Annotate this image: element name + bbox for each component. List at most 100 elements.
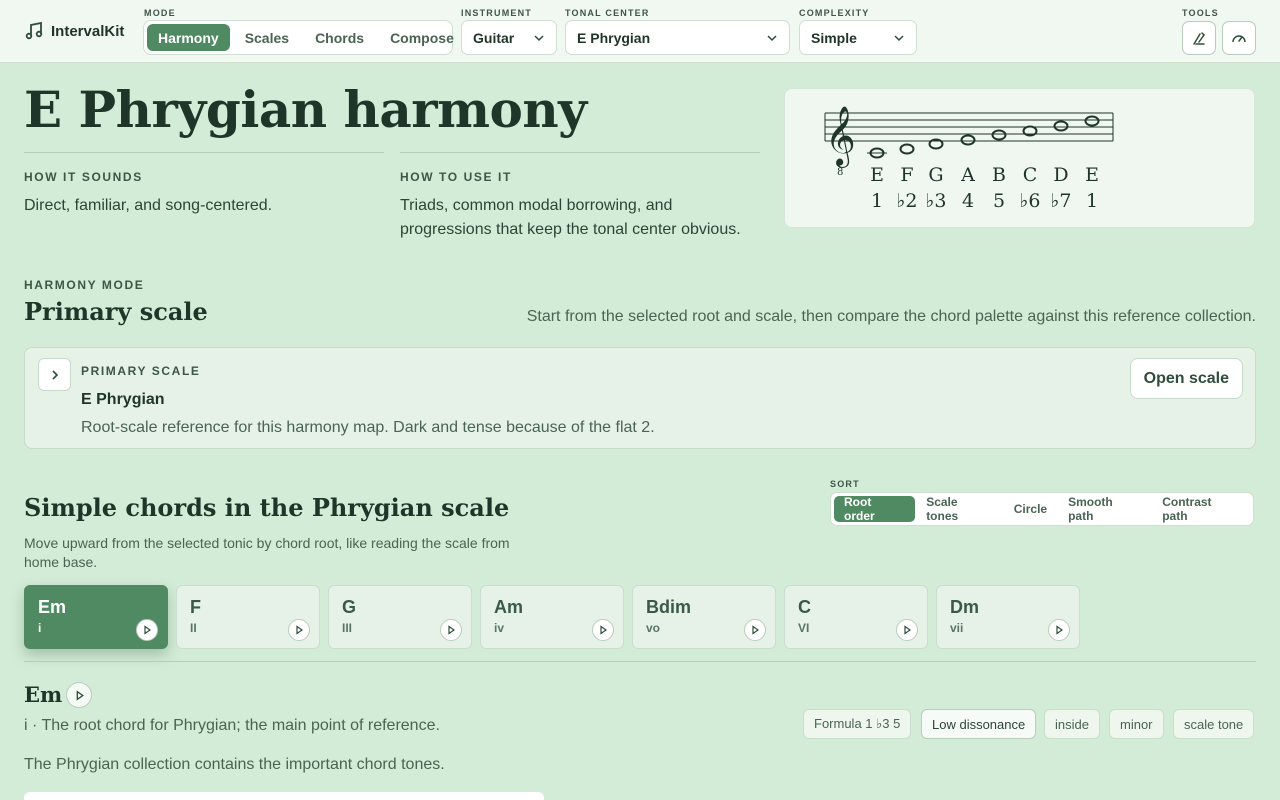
chord-card[interactable]: G III xyxy=(328,585,472,649)
page-title: E Phrygian harmony xyxy=(24,80,587,139)
scale-degree-label: ♭2 xyxy=(896,190,917,212)
gauge-button[interactable] xyxy=(1222,21,1256,55)
mode-compose-tab[interactable]: Compose xyxy=(379,24,465,51)
bottom-panel xyxy=(24,792,544,800)
note-name-label: C xyxy=(1023,164,1038,186)
note-labels: E1F♭2G♭3A4B5C♭6D♭7E1 xyxy=(870,164,1099,212)
mode-chords-tab[interactable]: Chords xyxy=(304,24,375,51)
play-button[interactable] xyxy=(896,619,918,641)
how-to-use-line-2: progressions that keep the tonal center … xyxy=(400,221,741,238)
divider xyxy=(24,661,1256,662)
play-button[interactable] xyxy=(136,619,158,641)
note-name-label: B xyxy=(992,164,1006,186)
note-name-label: G xyxy=(928,164,943,186)
divider xyxy=(24,152,384,153)
how-to-use-line-1: Triads, common modal borrowing, and xyxy=(400,197,673,214)
chord-name: F xyxy=(190,597,201,617)
mode-label: MODE xyxy=(144,8,176,18)
selected-chord-note: The Phrygian collection contains the imp… xyxy=(24,756,445,773)
gauge-icon xyxy=(1232,35,1246,43)
note-head xyxy=(960,134,976,146)
sort-root-order[interactable]: Root order xyxy=(834,495,916,523)
music-note-icon xyxy=(25,21,43,40)
chords-description: Move upward from the selected tonic by c… xyxy=(24,534,510,572)
sort-label: SORT xyxy=(830,479,860,489)
chord-numeral: II xyxy=(190,621,197,635)
chord-card[interactable]: Dm vii xyxy=(936,585,1080,649)
complexity-label: COMPLEXITY xyxy=(799,8,870,18)
play-button[interactable] xyxy=(592,619,614,641)
treble-clef-icon: 𝄞 xyxy=(825,106,856,168)
sort-smooth-path[interactable]: Smooth path xyxy=(1058,495,1151,523)
chord-name: Dm xyxy=(950,597,980,617)
sort-scale-tones[interactable]: Scale tones xyxy=(916,495,1003,523)
selected-chord-name: Em xyxy=(24,682,63,707)
dissonance-tag: Low dissonance xyxy=(921,709,1037,739)
formula-tag: Formula 1 ♭3 5 xyxy=(803,709,912,739)
note-head xyxy=(899,143,915,155)
primary-scale-heading: Primary scale xyxy=(24,297,208,326)
mode-scales-tab[interactable]: Scales xyxy=(234,24,300,51)
chevron-right-icon xyxy=(51,369,58,380)
sort-contrast-path[interactable]: Contrast path xyxy=(1152,495,1250,523)
chord-numeral: vo xyxy=(646,621,661,635)
scale-staff-card: 𝄞 8 E 1 F ♭2 G ♭3 A 4 B 5 C ♭6 D ♭7 E 1 xyxy=(784,88,1255,228)
primary-scale-card: PRIMARY SCALE E Phrygian Root-scale refe… xyxy=(24,347,1256,449)
play-button[interactable] xyxy=(288,619,310,641)
scale-degree-label: ♭6 xyxy=(1019,190,1040,212)
scale-degree-label: 1 xyxy=(871,190,883,212)
play-icon xyxy=(1056,625,1064,635)
chord-name: Bdim xyxy=(646,597,691,617)
note-name-label: D xyxy=(1053,164,1068,186)
chord-card[interactable]: Bdim vo xyxy=(632,585,776,649)
chord-card[interactable]: F II xyxy=(176,585,320,649)
chevron-down-icon xyxy=(767,34,777,41)
tonal-center-select[interactable]: E Phrygian xyxy=(565,20,790,55)
mode-switcher: Harmony Scales Chords Compose xyxy=(143,20,454,55)
sort-switcher: Root order Scale tones Circle Smooth pat… xyxy=(830,492,1254,526)
chord-name: C xyxy=(798,597,811,617)
tuning-fork-button[interactable] xyxy=(1182,21,1216,55)
play-icon xyxy=(600,625,608,635)
instrument-label: INSTRUMENT xyxy=(461,8,532,18)
chord-name: G xyxy=(342,597,357,617)
primary-scale-card-desc: Root-scale reference for this harmony ma… xyxy=(81,419,655,436)
play-chord-button[interactable] xyxy=(66,682,92,708)
chord-numeral: iv xyxy=(494,621,505,635)
chord-card[interactable]: C VI xyxy=(784,585,928,649)
sort-circle[interactable]: Circle xyxy=(1004,496,1057,522)
play-button[interactable] xyxy=(744,619,766,641)
tools-label: TOOLS xyxy=(1182,8,1219,18)
chevron-down-icon xyxy=(894,34,904,41)
play-icon xyxy=(144,625,152,635)
play-icon xyxy=(76,689,84,701)
chord-card[interactable]: Am iv xyxy=(480,585,624,649)
complexity-select[interactable]: Simple xyxy=(799,20,917,55)
inside-tag: inside xyxy=(1044,709,1100,739)
app-logo[interactable]: IntervalKit xyxy=(24,21,124,41)
chord-numeral: vii xyxy=(950,621,964,635)
expand-button[interactable] xyxy=(38,358,71,391)
scale-degree-label: 4 xyxy=(962,190,974,212)
play-icon xyxy=(448,625,456,635)
note-name-label: A xyxy=(960,164,975,186)
chord-numeral: i xyxy=(38,621,42,635)
scale-degree-label: 5 xyxy=(993,190,1005,212)
primary-scale-card-label: PRIMARY SCALE xyxy=(81,364,201,378)
tuning-fork-icon xyxy=(1193,32,1205,45)
play-button[interactable] xyxy=(1048,619,1070,641)
instrument-value: Guitar xyxy=(473,29,515,46)
harmony-mode-label: HARMONY MODE xyxy=(24,278,145,292)
primary-scale-card-title: E Phrygian xyxy=(81,391,165,408)
scale-degree-label: ♭3 xyxy=(925,190,946,212)
scale-degree-label: 1 xyxy=(1086,190,1098,212)
mode-harmony-tab[interactable]: Harmony xyxy=(147,24,230,51)
note-head xyxy=(991,129,1007,141)
how-it-sounds-label: HOW IT SOUNDS xyxy=(24,170,143,184)
note-heads xyxy=(867,115,1100,159)
open-scale-button[interactable]: Open scale xyxy=(1129,358,1243,399)
chord-card[interactable]: Em i xyxy=(24,585,168,649)
instrument-select[interactable]: Guitar xyxy=(461,20,557,55)
play-button[interactable] xyxy=(440,619,462,641)
music-staff: 𝄞 8 E1F♭2G♭3A4B5C♭6D♭7E1 xyxy=(824,106,1114,212)
